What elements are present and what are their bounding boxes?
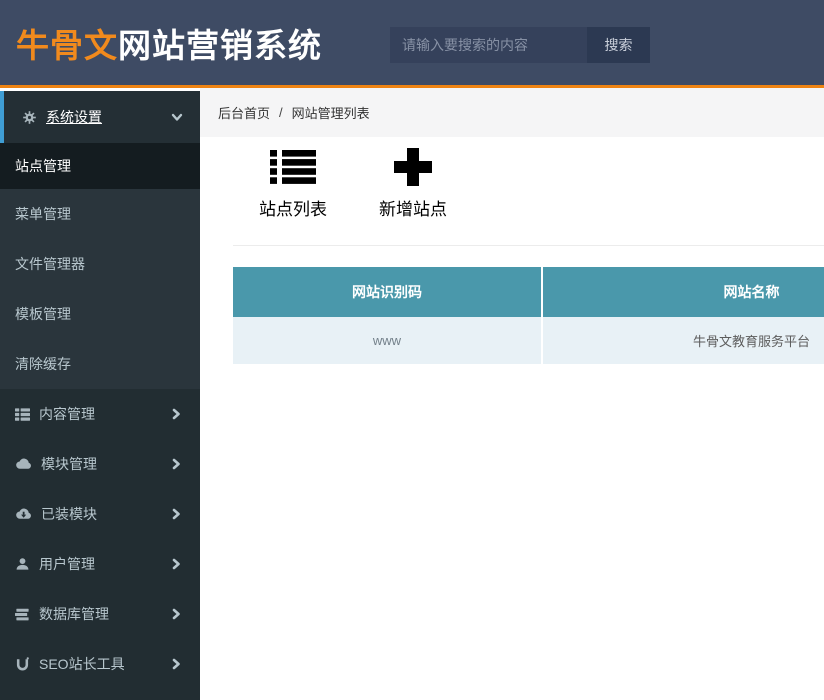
magnet-icon xyxy=(15,656,30,672)
chevron-right-icon xyxy=(169,557,183,571)
action-label: 站点列表 xyxy=(259,200,327,219)
chevron-right-icon xyxy=(169,607,183,621)
sidebar-item-label: SEO站长工具 xyxy=(39,656,125,672)
user-icon xyxy=(15,557,30,572)
sidebar-item-clear-cache[interactable]: 清除缓存 xyxy=(0,339,200,389)
sidebar-item-seo-tools[interactable]: SEO站长工具 xyxy=(0,639,200,689)
sidebar-item-file-manager[interactable]: 文件管理器 xyxy=(0,239,200,289)
cloud-download-icon xyxy=(15,507,32,521)
sidebar-item-site-management[interactable]: 站点管理 xyxy=(0,143,200,189)
logo-highlight: 牛骨文 xyxy=(16,26,118,64)
column-header-site-code: 网站识别码 xyxy=(233,267,541,317)
sidebar-item-menu-management[interactable]: 菜单管理 xyxy=(0,189,200,239)
logo[interactable]: 牛骨文网站营销系统 xyxy=(16,19,322,67)
gear-icon xyxy=(22,110,37,125)
top-header: 牛骨文网站营销系统 搜索 xyxy=(0,0,824,88)
cell-site-name: 牛骨文教育服务平台 xyxy=(541,317,824,364)
toolbar: 站点列表 新增站点 xyxy=(243,147,824,220)
chevron-right-icon xyxy=(169,457,183,471)
sidebar-item-label: 数据库管理 xyxy=(39,606,109,622)
database-icon xyxy=(15,607,30,622)
sidebar-item-database-management[interactable]: 数据库管理 xyxy=(0,589,200,639)
breadcrumb-home[interactable]: 后台首页 xyxy=(218,103,270,122)
sidebar-item-label: 用户管理 xyxy=(39,556,95,572)
breadcrumb-current: 网站管理列表 xyxy=(291,106,370,121)
sidebar-item-content-management[interactable]: 内容管理 xyxy=(0,389,200,439)
sidebar-item-module-management[interactable]: 模块管理 xyxy=(0,439,200,489)
action-label: 新增站点 xyxy=(379,200,447,219)
plus-icon xyxy=(394,148,432,186)
th-list-icon xyxy=(15,407,30,422)
sidebar-item-system-settings[interactable]: 系统设置 xyxy=(0,91,200,143)
chevron-right-icon xyxy=(169,507,183,521)
sidebar-item-template-management[interactable]: 模板管理 xyxy=(0,289,200,339)
column-header-site-name: 网站名称 xyxy=(541,267,824,317)
cloud-icon xyxy=(15,457,32,471)
sidebar-root-label: 系统设置 xyxy=(46,109,102,125)
sidebar-item-installed-modules[interactable]: 已装模块 xyxy=(0,489,200,539)
sidebar-item-label: 已装模块 xyxy=(41,506,97,522)
search-input[interactable] xyxy=(390,27,587,63)
table-row: www 牛骨文教育服务平台 xyxy=(233,317,824,364)
site-list-button[interactable]: 站点列表 xyxy=(243,147,343,220)
main-area: 后台首页 / 网站管理列表 站点列表 新增站点 网站识别码 网站名称 www 牛… xyxy=(200,88,824,364)
list-icon xyxy=(270,148,316,186)
divider xyxy=(233,245,824,246)
chevron-right-icon xyxy=(169,657,183,671)
cell-site-code: www xyxy=(233,317,541,364)
chevron-down-icon xyxy=(170,110,184,124)
search-button[interactable]: 搜索 xyxy=(587,27,650,63)
sidebar: 系统设置 站点管理 菜单管理 文件管理器 模板管理 清除缓存 内容管理 模块管理 xyxy=(0,91,200,700)
logo-rest: 网站营销系统 xyxy=(118,26,322,64)
table-header-row: 网站识别码 网站名称 xyxy=(233,267,824,317)
sites-table: 网站识别码 网站名称 www 牛骨文教育服务平台 xyxy=(233,267,824,364)
sidebar-item-label: 内容管理 xyxy=(39,406,95,422)
sidebar-submenu: 站点管理 菜单管理 文件管理器 模板管理 清除缓存 xyxy=(0,143,200,389)
chevron-right-icon xyxy=(169,407,183,421)
sidebar-item-label: 模块管理 xyxy=(41,456,97,472)
add-site-button[interactable]: 新增站点 xyxy=(363,147,463,220)
content-panel: 站点列表 新增站点 网站识别码 网站名称 www 牛骨文教育服务平台 xyxy=(200,137,824,364)
sidebar-item-user-management[interactable]: 用户管理 xyxy=(0,539,200,589)
breadcrumb: 后台首页 / 网站管理列表 xyxy=(200,88,824,137)
search-bar: 搜索 xyxy=(390,27,650,63)
breadcrumb-separator: / xyxy=(279,105,283,120)
